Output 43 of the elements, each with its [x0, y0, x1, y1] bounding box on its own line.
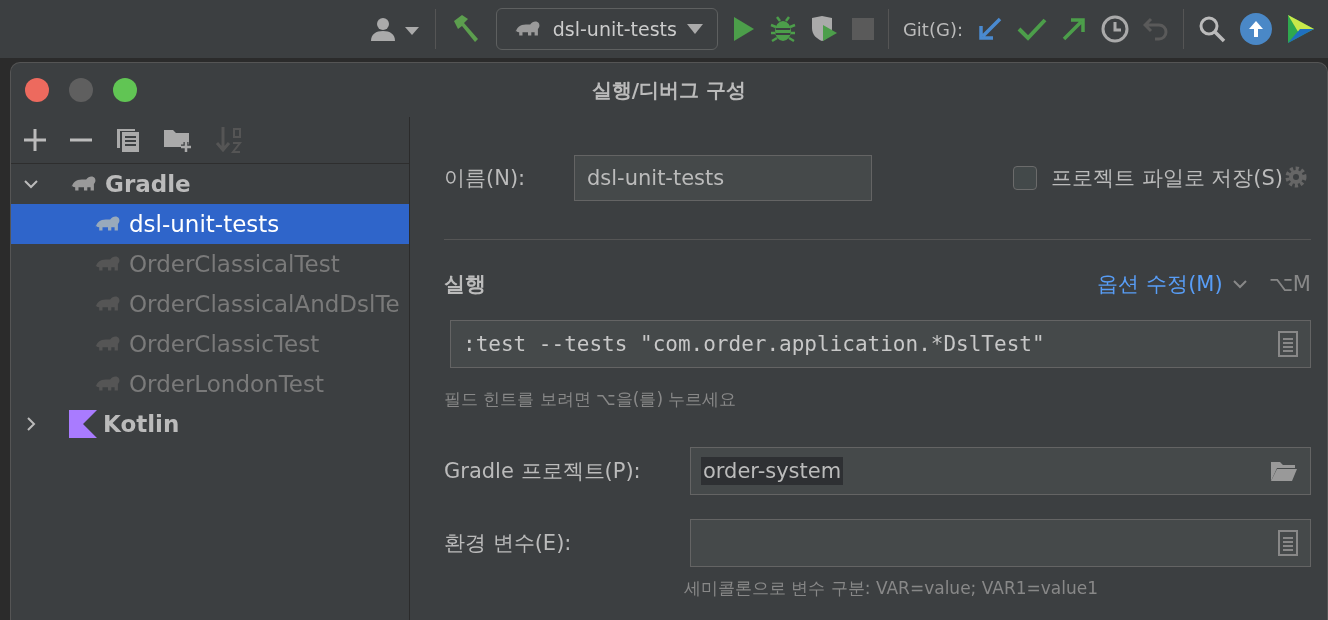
name-label: 이름(N):: [444, 165, 527, 192]
minimize-button[interactable]: [69, 78, 93, 102]
store-in-project-label: 프로젝트 파일로 저장(S): [1050, 165, 1283, 192]
add-icon[interactable]: [23, 128, 47, 152]
new-folder-icon[interactable]: [163, 127, 193, 153]
shortcut-label: ⌥M: [1268, 272, 1311, 296]
document-icon[interactable]: [1278, 331, 1298, 357]
update-icon[interactable]: [977, 16, 1003, 42]
environment-label: 환경 변수(E):: [444, 530, 573, 557]
tree-group-label[interactable]: Kotlin: [103, 411, 180, 437]
users-icon[interactable]: [368, 15, 421, 43]
run-configuration-dropdown[interactable]: dsl-unit-tests: [495, 8, 718, 50]
document-icon[interactable]: [1278, 530, 1298, 556]
copy-icon[interactable]: [115, 127, 141, 153]
git-label: Git(G):: [902, 18, 963, 40]
app-logo-icon[interactable]: [1286, 13, 1316, 45]
caret-icon: [686, 24, 703, 34]
kotlin-icon: [69, 410, 97, 438]
coverage-icon[interactable]: [809, 15, 838, 43]
command-field[interactable]: :test --tests "com.order.application.*DslTest": [450, 320, 1311, 368]
push-icon[interactable]: [1061, 16, 1087, 42]
chevron-icon: [1232, 279, 1247, 289]
close-button[interactable]: [25, 78, 49, 102]
upload-icon[interactable]: [1240, 13, 1272, 45]
tree-item[interactable]: dsl-unit-tests: [11, 204, 409, 244]
name-field[interactable]: dsl-unit-tests: [574, 155, 872, 201]
window-title: 실행/디버그 구성: [591, 76, 747, 104]
tree-group-label[interactable]: Gradle: [105, 171, 191, 197]
project-label: Gradle 프로젝트(P):: [444, 458, 642, 485]
section-title: 실행: [444, 271, 486, 298]
commit-icon[interactable]: [1017, 17, 1047, 41]
modify-options-link[interactable]: 옵션 수정(M): [1097, 270, 1223, 298]
environment-hint: 세미콜론으로 변수 구분: VAR=value; VAR1=value1: [684, 577, 1100, 600]
checkbox[interactable]: [1012, 166, 1037, 190]
folder-icon[interactable]: [1270, 460, 1298, 482]
field-hint: 필드 힌트를 보려면 ⌥을(를) 누르세요: [444, 388, 738, 411]
zoom-button[interactable]: [113, 78, 137, 102]
history-icon[interactable]: [1101, 15, 1129, 43]
environment-field[interactable]: [690, 519, 1311, 567]
run-icon[interactable]: [731, 16, 756, 42]
bug-icon[interactable]: [769, 15, 796, 43]
search-icon[interactable]: [1198, 15, 1226, 43]
project-field[interactable]: order-system: [690, 447, 1311, 495]
